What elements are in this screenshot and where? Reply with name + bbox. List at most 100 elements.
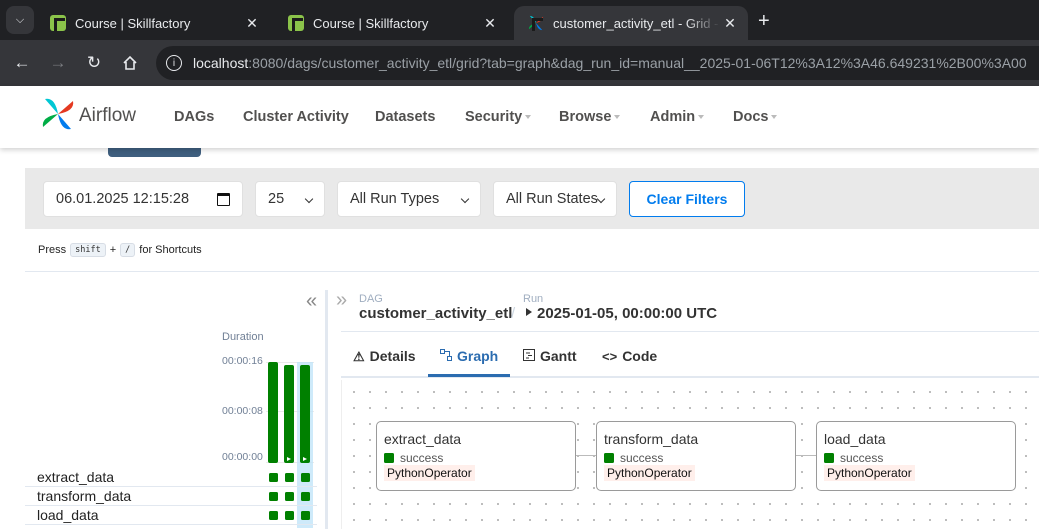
tab-title: customer_activity_etl - Grid - Airflow bbox=[553, 15, 720, 31]
tab-code[interactable]: <> Code bbox=[602, 348, 657, 364]
task-instance-square[interactable] bbox=[284, 511, 294, 520]
run-types-select[interactable]: All Run Types bbox=[337, 181, 481, 217]
browser-tab-bar: ⌵ Course | Skillfactory ✕ Course | Skill… bbox=[0, 0, 1039, 40]
base-date-input[interactable]: 06.01.2025 12:15:28 bbox=[43, 181, 243, 217]
shortcuts-suffix: for Shortcuts bbox=[139, 244, 202, 256]
close-icon[interactable]: ✕ bbox=[480, 15, 500, 32]
node-name: extract_data bbox=[384, 431, 462, 447]
run-id[interactable]: 2025-01-05, 00:00:00 UTC bbox=[537, 305, 717, 322]
brand-name[interactable]: Airflow bbox=[79, 105, 136, 127]
skillfactory-icon bbox=[288, 15, 304, 31]
chevron-down-icon bbox=[596, 194, 606, 204]
chevron-down-icon bbox=[460, 194, 470, 204]
tab-gantt[interactable]: Gantt bbox=[523, 348, 577, 364]
run-types-value: All Run Types bbox=[350, 191, 440, 207]
browser-tab-2[interactable]: Course | Skillfactory ✕ bbox=[274, 6, 508, 40]
node-state: success bbox=[604, 451, 663, 465]
task-instance-square[interactable] bbox=[300, 511, 310, 520]
manual-run-icon bbox=[526, 308, 532, 316]
graph-node-load-data[interactable]: load_data success PythonOperator bbox=[816, 421, 1016, 491]
run-duration-bar[interactable] bbox=[268, 362, 278, 463]
num-runs-select[interactable]: 25 bbox=[255, 181, 325, 217]
airflow-icon bbox=[528, 15, 544, 31]
browser-tab-3[interactable]: customer_activity_etl - Grid - Airflow ✕ bbox=[514, 6, 748, 40]
nav-dags[interactable]: DAGs bbox=[174, 109, 214, 125]
close-icon[interactable]: ✕ bbox=[242, 15, 262, 32]
airflow-logo-icon[interactable] bbox=[40, 96, 76, 132]
warning-icon: ⚠ bbox=[353, 348, 365, 364]
node-operator: PythonOperator bbox=[384, 465, 475, 481]
status-indicator bbox=[604, 453, 614, 463]
status-indicator bbox=[824, 453, 834, 463]
new-tab-icon[interactable]: + bbox=[758, 10, 770, 33]
task-instance-square[interactable] bbox=[284, 473, 294, 482]
home-icon[interactable] bbox=[118, 51, 142, 75]
back-icon[interactable]: ← bbox=[10, 51, 34, 75]
plus-sign: + bbox=[109, 244, 117, 256]
duration-tick: 00:00:08 bbox=[222, 405, 263, 417]
dag-id[interactable]: customer_activity_etl bbox=[359, 305, 512, 322]
gantt-icon bbox=[523, 349, 535, 363]
forward-icon[interactable]: → bbox=[46, 51, 70, 75]
nav-security[interactable]: Security bbox=[465, 109, 532, 125]
info-icon[interactable]: i bbox=[166, 55, 182, 71]
chevron-down-icon: ⌵ bbox=[15, 13, 25, 26]
run-duration-bar[interactable] bbox=[300, 365, 310, 463]
calendar-icon[interactable] bbox=[217, 193, 230, 206]
graph-node-transform-data[interactable]: transform_data success PythonOperator bbox=[596, 421, 796, 491]
task-instance-square[interactable] bbox=[284, 492, 294, 501]
airflow-navbar: Airflow DAGs Cluster Activity Datasets S… bbox=[0, 86, 1039, 148]
manual-run-icon bbox=[287, 457, 291, 461]
browser-toolbar: ← → ↻ i localhost:8080/dags/customer_act… bbox=[0, 40, 1039, 86]
node-operator: PythonOperator bbox=[824, 465, 915, 481]
shortcuts-press: Press bbox=[38, 244, 67, 256]
divider bbox=[341, 331, 1039, 332]
node-name: transform_data bbox=[604, 431, 699, 447]
partially-hidden-button[interactable] bbox=[108, 148, 201, 157]
reload-icon[interactable]: ↻ bbox=[82, 51, 106, 75]
task-instance-square[interactable] bbox=[300, 492, 310, 501]
tab-graph[interactable]: Graph bbox=[440, 348, 498, 364]
task-instance-square[interactable] bbox=[268, 473, 278, 482]
browser-tab-1[interactable]: Course | Skillfactory ✕ bbox=[36, 6, 270, 40]
manual-run-icon bbox=[303, 457, 307, 461]
panel-resize-handle[interactable] bbox=[325, 290, 328, 529]
close-icon[interactable]: ✕ bbox=[720, 15, 740, 32]
graph-edge bbox=[575, 455, 597, 456]
duration-tick: 00:00:16 bbox=[222, 355, 263, 367]
status-indicator bbox=[384, 453, 394, 463]
nav-docs[interactable]: Docs bbox=[733, 109, 778, 125]
tab-title: Course | Skillfactory bbox=[313, 15, 429, 31]
run-label: Run bbox=[523, 293, 544, 305]
slash-key: / bbox=[120, 243, 136, 257]
filters-bar: 06.01.2025 12:15:28 25 All Run Types All… bbox=[25, 168, 1039, 229]
details-tabs: ⚠ Details Graph Gantt <> Code bbox=[341, 336, 1039, 378]
nav-cluster-activity[interactable]: Cluster Activity bbox=[243, 109, 349, 125]
nav-browse[interactable]: Browse bbox=[559, 109, 621, 125]
task-instance-square[interactable] bbox=[268, 511, 278, 520]
graph-icon bbox=[440, 349, 452, 363]
chevron-down-icon bbox=[304, 194, 314, 204]
run-duration-bar[interactable] bbox=[284, 365, 294, 463]
address-bar[interactable]: i localhost:8080/dags/customer_activity_… bbox=[156, 46, 1039, 80]
task-instance-square[interactable] bbox=[300, 473, 310, 482]
node-operator: PythonOperator bbox=[604, 465, 695, 481]
code-icon: <> bbox=[602, 348, 618, 364]
task-instance-square[interactable] bbox=[268, 492, 278, 501]
breadcrumb-separator: / bbox=[511, 305, 516, 322]
collapse-grid-icon[interactable]: « bbox=[306, 290, 317, 313]
run-states-select[interactable]: All Run States bbox=[493, 181, 617, 217]
tab-title: Course | Skillfactory bbox=[75, 15, 191, 31]
tab-details[interactable]: ⚠ Details bbox=[353, 348, 416, 364]
active-tab-indicator bbox=[428, 374, 510, 377]
url-text: localhost:8080/dags/customer_activity_et… bbox=[193, 55, 1027, 71]
graph-node-extract-data[interactable]: extract_data success PythonOperator bbox=[376, 421, 576, 491]
nav-datasets[interactable]: Datasets bbox=[375, 109, 435, 125]
node-state: success bbox=[824, 451, 883, 465]
tab-search-button[interactable]: ⌵ bbox=[6, 6, 34, 34]
nav-admin[interactable]: Admin bbox=[650, 109, 705, 125]
expand-panel-icon[interactable]: » bbox=[336, 289, 347, 312]
clear-filters-button[interactable]: Clear Filters bbox=[629, 181, 745, 217]
divider bbox=[25, 271, 1039, 272]
duration-label: Duration bbox=[222, 331, 264, 343]
